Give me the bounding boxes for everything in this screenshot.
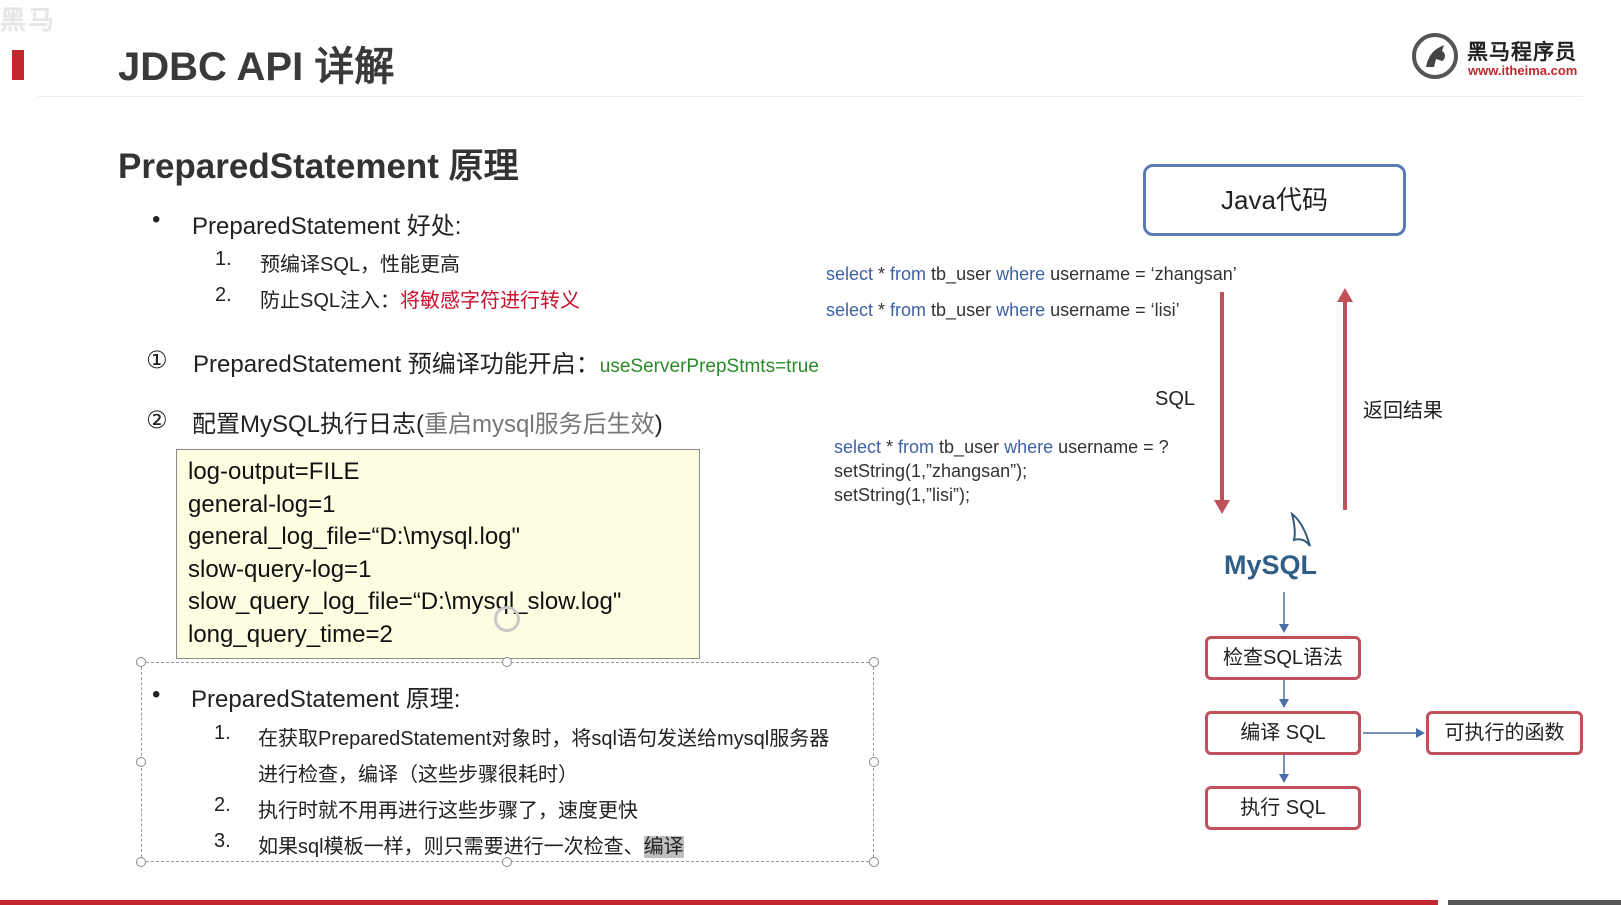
footer-grey-bar — [1448, 900, 1621, 905]
execute-sql-box: 执行 SQL — [1205, 786, 1361, 830]
footer-red-bar — [0, 900, 1438, 905]
mysql-wordmark-text: MySQL — [1224, 550, 1318, 580]
diagram-arrows — [1214, 288, 1425, 783]
mysql-wordmark: MySQL — [1224, 550, 1317, 581]
check-sql-box: 检查SQL语法 — [1205, 636, 1361, 680]
executable-function-box: 可执行的函数 — [1426, 711, 1583, 755]
mysql-logo: MySQL — [1222, 510, 1342, 590]
compile-sql-box: 编译 SQL — [1205, 711, 1361, 755]
